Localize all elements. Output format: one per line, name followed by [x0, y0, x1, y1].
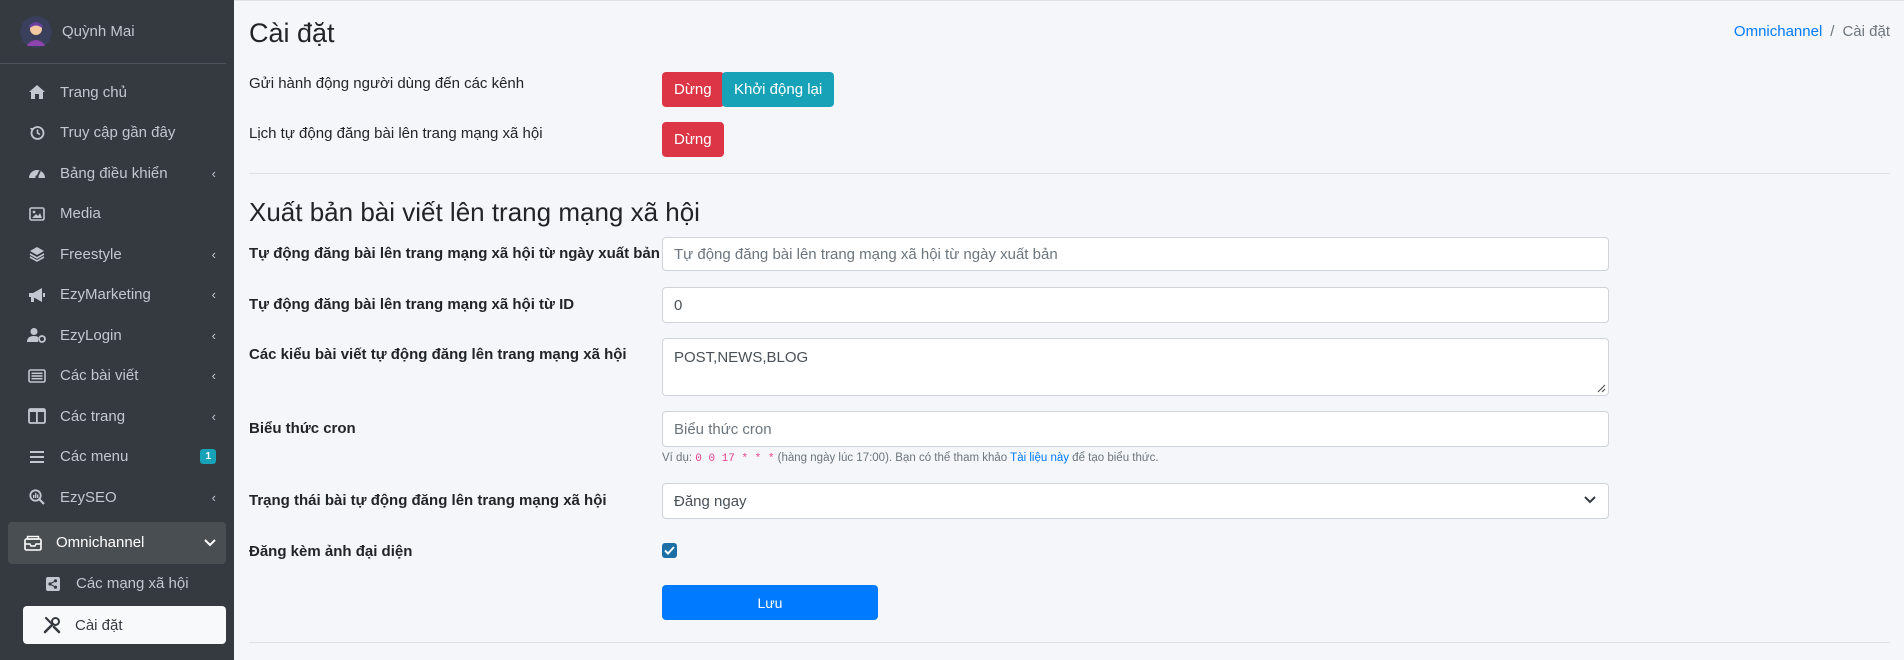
- breadcrumb-separator: /: [1830, 23, 1835, 40]
- save-button[interactable]: Lưu: [662, 585, 878, 620]
- chevron-left-icon: ‹: [211, 246, 216, 262]
- cron-input[interactable]: Biểu thức cron: [662, 411, 1609, 447]
- sidebar-item-label: Cài đặt: [75, 616, 123, 634]
- status-label: Trạng thái bài tự động đăng lên trang mạ…: [249, 492, 607, 509]
- breadcrumb-link-omnichannel[interactable]: Omnichannel: [1734, 23, 1822, 40]
- cron-help-prefix: Ví dụ:: [662, 452, 696, 464]
- resize-grip-icon[interactable]: [1596, 383, 1606, 393]
- page-title: Cài đặt: [249, 18, 335, 48]
- cron-example-code: 0 0 17 * * *: [695, 453, 775, 465]
- sidebar-item-label: Các bài viết: [60, 367, 139, 385]
- send-actions-label: Gửi hành động người dùng đến các kênh: [249, 75, 525, 92]
- user-name: Quỳnh Mai: [62, 23, 135, 40]
- status-select[interactable]: Đăng ngay: [662, 483, 1609, 519]
- user-cog-icon: [26, 326, 48, 344]
- share-icon: [42, 575, 64, 593]
- sidebar-item-ezymarketing[interactable]: EzyMarketing ‹: [8, 275, 226, 316]
- chevron-left-icon: ‹: [211, 489, 216, 505]
- chevron-down-icon: [204, 535, 216, 550]
- breadcrumb-current: Cài đặt: [1842, 23, 1890, 40]
- divider: [249, 642, 1890, 643]
- post-types-label: Các kiểu bài viết tự động đăng lên trang…: [249, 346, 627, 363]
- sidebar-item-freestyle[interactable]: Freestyle ‹: [8, 234, 226, 275]
- sidebar-item-label: Freestyle: [60, 245, 122, 263]
- chevron-down-icon: [1584, 496, 1596, 504]
- divider: [249, 173, 1890, 174]
- cron-docs-link[interactable]: Tài liệu này: [1010, 452, 1069, 464]
- sidebar-nav: Trang chủ Truy cập gần đây Bảng điều khi…: [0, 64, 234, 644]
- sidebar-item-home[interactable]: Trang chủ: [8, 72, 226, 113]
- list-icon: [26, 367, 48, 385]
- sidebar-item-dashboard[interactable]: Bảng điều khiển ‹: [8, 153, 226, 194]
- post-types-textarea[interactable]: POST,NEWS,BLOG: [662, 338, 1609, 396]
- sidebar-item-label: EzyLogin: [60, 326, 122, 344]
- image-icon: [26, 205, 48, 223]
- layers-icon: [26, 245, 48, 263]
- from-id-label: Tự động đăng bài lên trang mạng xã hội t…: [249, 296, 575, 313]
- home-icon: [26, 83, 48, 101]
- sidebar-item-label: Các trang: [60, 407, 126, 425]
- chevron-left-icon: ‹: [211, 408, 216, 424]
- sidebar-item-settings[interactable]: Cài đặt: [23, 606, 226, 644]
- sidebar-item-posts[interactable]: Các bài viết ‹: [8, 356, 226, 397]
- sidebar-item-label: Omnichannel: [56, 534, 145, 551]
- chevron-left-icon: ‹: [211, 165, 216, 181]
- bars-icon: [26, 448, 48, 466]
- post-types-value: POST,NEWS,BLOG: [674, 349, 809, 366]
- sidebar-item-recent[interactable]: Truy cập gần đây: [8, 113, 226, 154]
- sidebar-item-label: EzyMarketing: [60, 286, 151, 304]
- user-panel[interactable]: Quỳnh Mai: [0, 0, 226, 64]
- sidebar-item-ezylogin[interactable]: EzyLogin ‹: [8, 315, 226, 356]
- status-select-value: Đăng ngay: [674, 492, 747, 510]
- from-date-input[interactable]: Tự động đăng bài lên trang mạng xã hội t…: [662, 237, 1609, 271]
- featured-image-label: Đăng kèm ảnh đại diện: [249, 543, 413, 560]
- sidebar: Quỳnh Mai Trang chủ Truy cập gần đây Bản…: [0, 0, 234, 660]
- check-icon: [664, 546, 675, 555]
- sidebar-item-label: Các menu: [60, 448, 129, 466]
- cron-help-middle: (hàng ngày lúc 17:00). Bạn có thể tham k…: [774, 452, 1011, 464]
- cron-label: Biểu thức cron: [249, 420, 356, 437]
- from-date-label: Tự động đăng bài lên trang mạng xã hội t…: [249, 245, 660, 262]
- main-content: Cài đặt Omnichannel / Cài đặt Gửi hành đ…: [234, 0, 1904, 660]
- sidebar-item-label: Các mạng xã hội: [76, 575, 189, 593]
- restart-send-actions-button[interactable]: Khởi động lại: [722, 72, 835, 107]
- sidebar-item-media[interactable]: Media: [8, 194, 226, 235]
- tools-icon: [41, 616, 63, 634]
- dashboard-icon: [26, 164, 48, 182]
- avatar: [20, 15, 52, 48]
- featured-image-checkbox[interactable]: [662, 543, 677, 558]
- chevron-left-icon: ‹: [211, 368, 216, 384]
- auto-post-schedule-label: Lịch tự động đăng bài lên trang mạng xã …: [249, 125, 543, 142]
- sidebar-item-label: Trang chủ: [60, 83, 127, 101]
- cron-help-text: Ví dụ: 0 0 17 * * * (hàng ngày lúc 17:00…: [662, 452, 1159, 465]
- sidebar-item-label: EzySEO: [60, 488, 117, 506]
- section-title: Xuất bản bài viết lên trang mạng xã hội: [249, 197, 700, 227]
- search-chart-icon: [26, 488, 48, 506]
- history-icon: [26, 124, 48, 142]
- columns-icon: [26, 407, 48, 425]
- chevron-left-icon: ‹: [211, 327, 216, 343]
- cron-help-suffix: để tạo biểu thức.: [1068, 452, 1159, 464]
- sidebar-item-ezyseo[interactable]: EzySEO ‹: [8, 477, 226, 518]
- sidebar-item-social-networks[interactable]: Các mạng xã hội: [8, 564, 226, 605]
- sidebar-item-label: Truy cập gần đây: [60, 124, 176, 142]
- inbox-icon: [22, 534, 44, 552]
- sidebar-item-pages[interactable]: Các trang ‹: [8, 396, 226, 437]
- breadcrumb: Omnichannel / Cài đặt: [1734, 23, 1890, 40]
- count-badge: 1: [200, 449, 216, 465]
- chevron-left-icon: ‹: [211, 287, 216, 303]
- stop-send-actions-button[interactable]: Dừng: [662, 72, 724, 107]
- stop-auto-post-button[interactable]: Dừng: [662, 122, 724, 157]
- sidebar-item-omnichannel[interactable]: Omnichannel: [8, 521, 226, 564]
- megaphone-icon: [26, 286, 48, 304]
- sidebar-item-label: Media: [60, 205, 101, 223]
- sidebar-item-menus[interactable]: Các menu 1: [8, 437, 226, 478]
- from-id-input[interactable]: 0: [662, 287, 1609, 323]
- sidebar-item-label: Bảng điều khiển: [60, 164, 168, 182]
